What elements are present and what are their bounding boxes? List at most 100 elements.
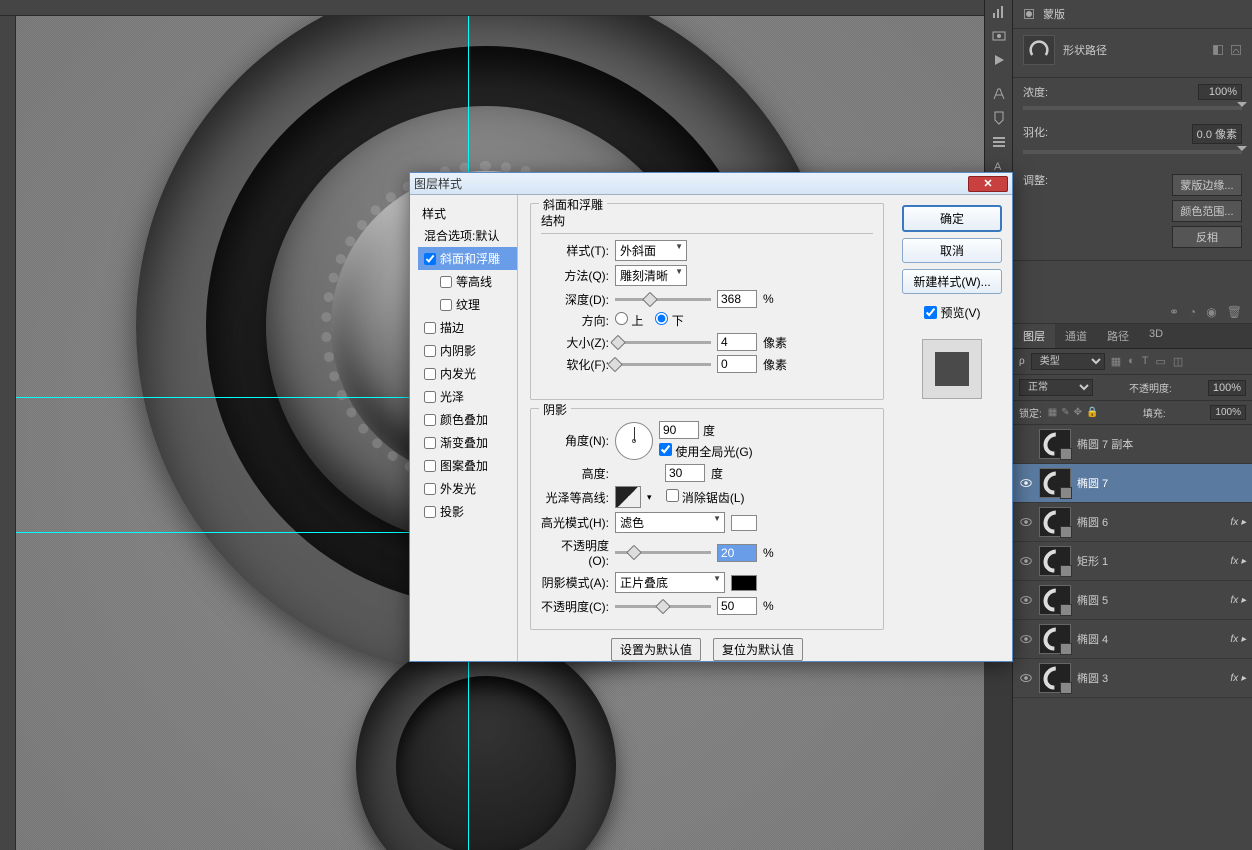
style-checkbox[interactable] <box>424 414 436 426</box>
size-slider[interactable] <box>615 341 711 344</box>
layer-name[interactable]: 椭圆 3 <box>1077 670 1108 686</box>
preview-checkbox[interactable] <box>924 306 937 319</box>
density-slider[interactable] <box>1023 106 1242 110</box>
layer-row[interactable]: 椭圆 4fx ▸ <box>1013 620 1252 659</box>
set-default-button[interactable]: 设置为默认值 <box>611 638 701 661</box>
shadow-color-swatch[interactable] <box>731 575 757 591</box>
reset-default-button[interactable]: 复位为默认值 <box>713 638 803 661</box>
filter-shape-icon[interactable]: ▭ <box>1156 355 1166 368</box>
new-style-button[interactable]: 新建样式(W)... <box>902 269 1002 294</box>
style-item-8[interactable]: 渐变叠加 <box>418 431 517 454</box>
tab-paths[interactable]: 路径 <box>1097 324 1139 348</box>
soften-input[interactable] <box>717 355 757 373</box>
antialias-checkbox[interactable]: 消除锯齿(L) <box>666 489 745 506</box>
brush-presets-icon[interactable] <box>985 106 1013 130</box>
navigator-icon[interactable] <box>985 24 1013 48</box>
ruler-vertical[interactable] <box>0 16 16 850</box>
highlight-opacity-input[interactable] <box>717 544 757 562</box>
filter-smart-icon[interactable]: ◫ <box>1173 355 1183 368</box>
visibility-icon[interactable] <box>1019 671 1033 685</box>
style-checkbox[interactable] <box>424 368 436 380</box>
visibility-icon[interactable] <box>1019 476 1033 490</box>
lock-brush-icon[interactable]: ✎ <box>1061 407 1069 418</box>
histogram-icon[interactable] <box>985 0 1013 24</box>
styles-header[interactable]: 样式 <box>418 203 517 224</box>
fx-badge[interactable]: fx ▸ <box>1230 595 1246 606</box>
tab-3d[interactable]: 3D <box>1139 324 1173 348</box>
layer-thumbnail[interactable] <box>1039 429 1071 459</box>
invert-button[interactable]: 反相 <box>1172 226 1242 248</box>
style-item-10[interactable]: 外发光 <box>418 477 517 500</box>
apply-mask-icon[interactable]: ◔ <box>1189 305 1196 319</box>
mask-edge-button[interactable]: 蒙版边缘... <box>1172 174 1242 196</box>
style-item-9[interactable]: 图案叠加 <box>418 454 517 477</box>
ok-button[interactable]: 确定 <box>902 205 1002 232</box>
style-item-4[interactable]: 内阴影 <box>418 339 517 362</box>
layer-thumbnail[interactable] <box>1039 624 1071 654</box>
layer-thumbnail[interactable] <box>1039 468 1071 498</box>
layer-name[interactable]: 椭圆 5 <box>1077 592 1108 608</box>
style-checkbox[interactable] <box>424 253 436 265</box>
link-icon[interactable]: ⚭ <box>1169 305 1179 319</box>
lock-all-icon[interactable]: 🔒 <box>1086 407 1098 418</box>
layers-list[interactable]: 椭圆 7 副本椭圆 7椭圆 6fx ▸矩形 1fx ▸椭圆 5fx ▸椭圆 4f… <box>1013 425 1252 698</box>
layer-row[interactable]: 椭圆 5 fx ▸ <box>1013 581 1252 620</box>
eye-icon[interactable]: ◉ <box>1206 305 1216 319</box>
depth-input[interactable] <box>717 290 757 308</box>
style-checkbox[interactable] <box>440 276 452 288</box>
layer-name[interactable]: 椭圆 4 <box>1077 631 1108 647</box>
layer-name[interactable]: 矩形 1 <box>1077 553 1108 569</box>
style-item-2[interactable]: 纹理 <box>418 293 517 316</box>
highlight-color-swatch[interactable] <box>731 515 757 531</box>
style-item-0[interactable]: 斜面和浮雕 <box>418 247 517 270</box>
layer-row[interactable]: 椭圆 7 <box>1013 464 1252 503</box>
tab-channels[interactable]: 通道 <box>1055 324 1097 348</box>
layer-name[interactable]: 椭圆 7 副本 <box>1077 436 1133 452</box>
fx-badge[interactable]: fx ▸ <box>1230 517 1246 528</box>
fill-value[interactable]: 100% <box>1210 405 1246 420</box>
ruler-horizontal[interactable] <box>0 0 984 16</box>
layer-row[interactable]: 矩形 1 fx ▸ <box>1013 542 1252 581</box>
layer-name[interactable]: 椭圆 7 <box>1077 475 1108 491</box>
filter-pixel-icon[interactable]: ▦ <box>1111 355 1121 368</box>
layer-row[interactable]: 椭圆 3 fx ▸ <box>1013 659 1252 698</box>
feather-slider[interactable] <box>1023 150 1242 154</box>
fx-badge[interactable]: fx ▸ <box>1230 673 1246 684</box>
shadow-opacity-slider[interactable] <box>615 605 711 608</box>
style-checkbox[interactable] <box>424 322 436 334</box>
style-checkbox[interactable] <box>424 437 436 449</box>
vector-mask-icon[interactable] <box>1230 44 1242 56</box>
highlight-opacity-slider[interactable] <box>615 551 711 554</box>
blend-mode-select[interactable]: 正常 <box>1019 379 1093 396</box>
shadow-mode-select[interactable]: 正片叠底 <box>615 572 725 593</box>
technique-select[interactable]: 雕刻清晰 <box>615 265 687 286</box>
brushes-icon[interactable] <box>985 82 1013 106</box>
layer-thumbnail[interactable] <box>1039 585 1071 615</box>
style-checkbox[interactable] <box>424 506 436 518</box>
blending-options-item[interactable]: 混合选项:默认 <box>418 224 517 247</box>
feather-value[interactable]: 0.0 像素 <box>1192 124 1242 144</box>
settings-icon[interactable] <box>985 130 1013 154</box>
layer-row[interactable]: 椭圆 7 副本 <box>1013 425 1252 464</box>
filter-adjust-icon[interactable]: ◐ <box>1128 355 1135 368</box>
color-range-button[interactable]: 颜色范围... <box>1172 200 1242 222</box>
play-icon[interactable] <box>985 48 1013 72</box>
style-checkbox[interactable] <box>424 391 436 403</box>
cancel-button[interactable]: 取消 <box>902 238 1002 263</box>
density-value[interactable]: 100% <box>1198 84 1242 100</box>
filter-type-icon[interactable]: T <box>1142 355 1149 368</box>
layer-thumbnail[interactable] <box>1039 663 1071 693</box>
style-select[interactable]: 外斜面 <box>615 240 687 261</box>
layer-row[interactable]: 椭圆 6fx ▸ <box>1013 503 1252 542</box>
style-item-3[interactable]: 描边 <box>418 316 517 339</box>
visibility-icon[interactable] <box>1019 515 1033 529</box>
style-checkbox[interactable] <box>440 299 452 311</box>
angle-dial[interactable] <box>615 422 653 460</box>
visibility-icon[interactable] <box>1019 632 1033 646</box>
soften-slider[interactable] <box>615 363 711 366</box>
size-input[interactable] <box>717 333 757 351</box>
gloss-contour-swatch[interactable] <box>615 486 641 508</box>
style-checkbox[interactable] <box>424 345 436 357</box>
fx-badge[interactable]: fx ▸ <box>1230 556 1246 567</box>
depth-slider[interactable] <box>615 298 711 301</box>
